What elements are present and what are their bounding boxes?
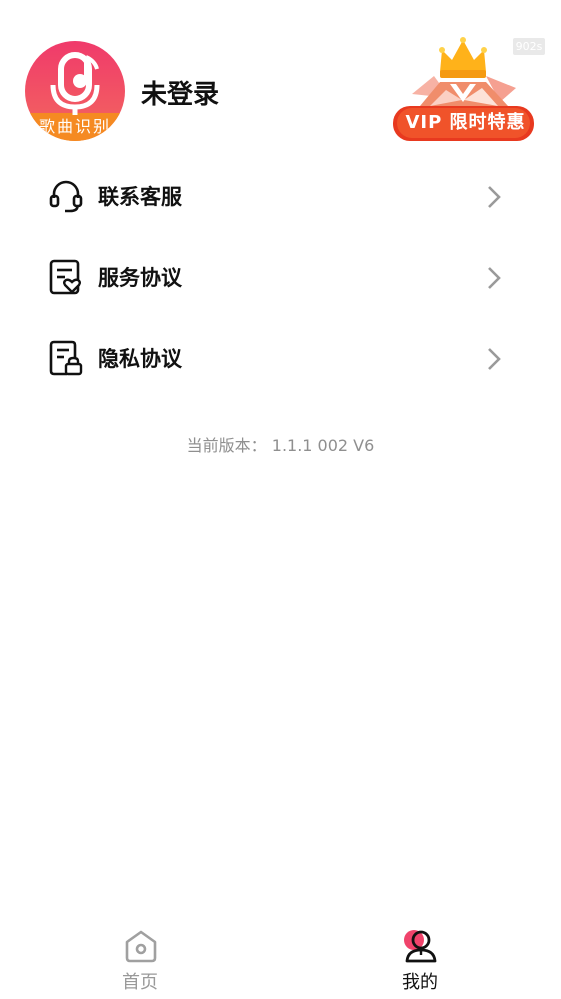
tab-home[interactable]: 首页 — [80, 920, 200, 999]
tab-profile-label: 我的 — [402, 972, 438, 993]
chevron-right-icon — [486, 265, 502, 291]
home-icon — [123, 928, 159, 964]
app-logo-avatar[interactable]: 歌曲识别 — [25, 41, 125, 141]
chevron-right-icon — [486, 184, 502, 210]
menu-item-privacy-policy[interactable]: 隐私协议 — [0, 340, 561, 421]
menu-item-label: 服务协议 — [98, 266, 182, 290]
tab-profile[interactable]: 我的 — [360, 920, 480, 999]
menu-item-customer-service[interactable]: 联系客服 — [0, 178, 561, 259]
menu-item-label: 隐私协议 — [98, 347, 182, 371]
bottom-navigation: 首页 我的 — [0, 920, 561, 999]
vip-label: VIP 限时特惠 — [405, 112, 526, 133]
avatar-label: 歌曲识别 — [38, 117, 111, 136]
menu-item-label: 联系客服 — [98, 185, 182, 209]
profile-icon — [403, 928, 439, 964]
countdown-badge: 902s — [513, 38, 545, 55]
menu-item-service-agreement[interactable]: 服务协议 — [0, 259, 561, 340]
app-version: 当前版本： 1.1.1 002 V6 — [186, 436, 375, 455]
profile-header: 歌曲识别 未登录 VIP 限时特惠 902s — [0, 0, 561, 150]
chevron-right-icon — [486, 346, 502, 372]
tab-home-label: 首页 — [122, 972, 158, 993]
headset-icon — [48, 178, 84, 214]
login-status[interactable]: 未登录 — [141, 74, 219, 111]
document-heart-icon — [48, 259, 84, 295]
document-lock-icon — [48, 340, 84, 376]
